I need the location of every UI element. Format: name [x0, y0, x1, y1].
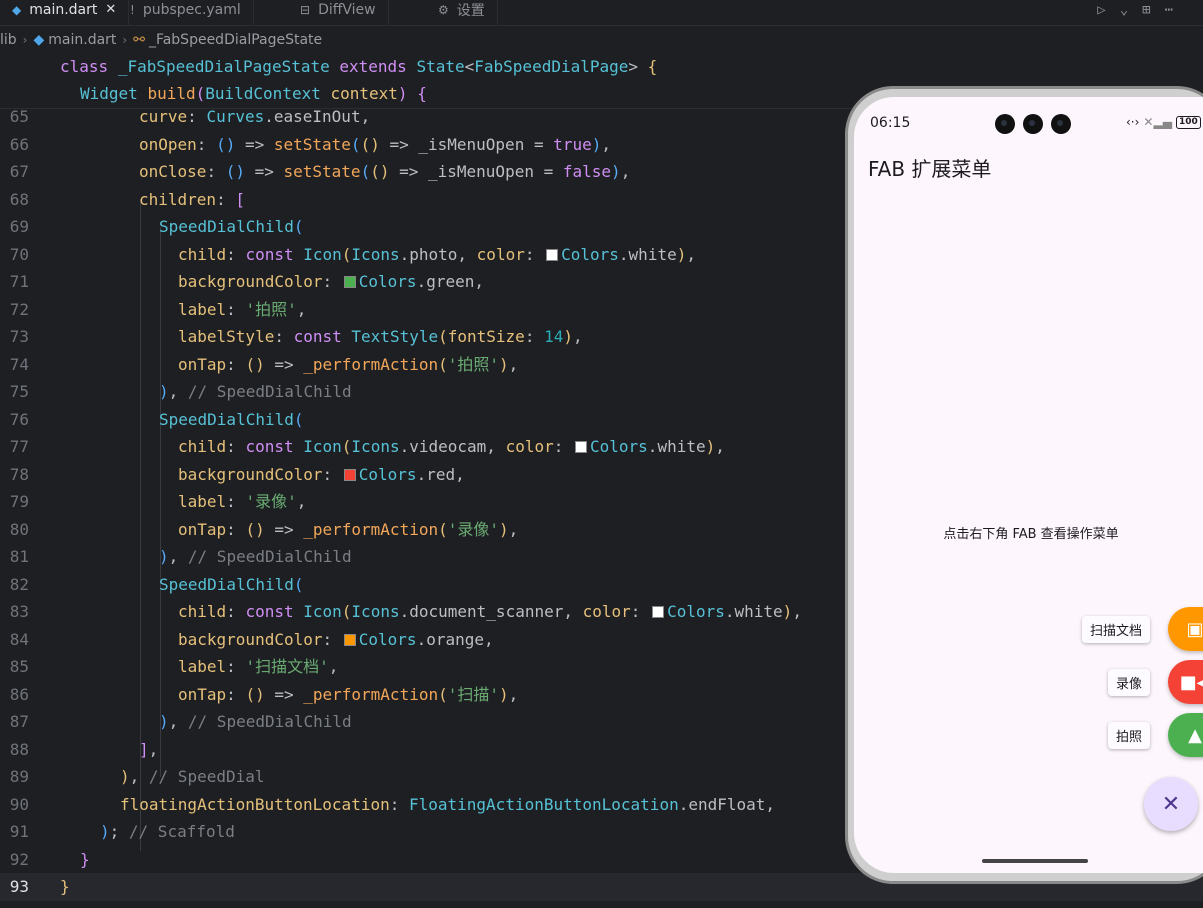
sticky-line-class[interactable]: class _FabSpeedDialPageState extends Sta… — [60, 53, 657, 80]
signal-icon: ✕▂▄ — [1143, 115, 1172, 129]
camera-icon — [1051, 114, 1071, 134]
color-swatch-white[interactable] — [546, 248, 559, 261]
dart-file-icon: ◆ — [12, 2, 22, 17]
home-indicator[interactable] — [982, 859, 1088, 863]
chevron-right-icon: › — [22, 33, 28, 47]
speed-dial-label[interactable]: 扫描文档 — [1081, 615, 1150, 643]
battery-icon: 100 — [1175, 115, 1201, 129]
tab-label: main.dart — [29, 1, 98, 18]
class-symbol-icon: ⚯ — [133, 32, 145, 48]
status-time: 06:15 — [870, 115, 911, 131]
close-icon[interactable]: ✕ — [105, 2, 116, 17]
breadcrumb-lib[interactable]: lib — [0, 32, 17, 48]
breadcrumb-class[interactable]: _FabSpeedDialPageState — [149, 32, 322, 48]
diff-icon: ⊟ — [300, 2, 311, 17]
tab-pubspec-yaml[interactable]: ! pubspec.yaml — [118, 0, 254, 25]
system-icons: ‹·› ✕▂▄ 100 — [1126, 115, 1201, 129]
color-swatch-red[interactable] — [343, 468, 356, 481]
camera-icon — [1023, 114, 1043, 134]
gear-icon: ⚙ — [438, 2, 449, 17]
phone-emulator: 06:15 ‹·› ✕▂▄ 100 FAB 扩展菜单 点击右下角 FAB 查看操… — [845, 86, 1203, 884]
chevron-down-icon[interactable]: ⌄ — [1120, 2, 1128, 18]
phone-screen[interactable]: 06:15 ‹·› ✕▂▄ 100 FAB 扩展菜单 点击右下角 FAB 查看操… — [854, 97, 1203, 873]
speed-dial-label[interactable]: 拍照 — [1107, 721, 1150, 749]
tab-diffview[interactable]: ⊟ DiffView — [288, 0, 389, 25]
tab-label: 设置 — [456, 2, 485, 19]
chevron-right-icon: › — [122, 33, 128, 47]
speed-dial-item-scan[interactable]: 扫描文档 ▣ — [1081, 607, 1203, 651]
more-icon[interactable]: ⋯ — [1165, 2, 1173, 18]
close-icon: ✕ — [1161, 791, 1181, 817]
color-swatch-white[interactable] — [652, 606, 665, 618]
color-swatch-orange[interactable] — [343, 633, 356, 646]
dart-file-icon: ◆ — [33, 32, 45, 48]
breadcrumb-file[interactable]: main.dart — [48, 32, 116, 48]
fab-close-button[interactable]: ✕ — [1144, 777, 1198, 831]
network-icon: ‹·› — [1126, 115, 1140, 129]
breadcrumb: lib › ◆ main.dart › ⚯ _FabSpeedDialPageS… — [0, 28, 322, 52]
photo-icon[interactable]: ▲ — [1168, 713, 1203, 757]
tab-label: pubspec.yaml — [142, 1, 241, 18]
videocam-icon[interactable]: ■◀ — [1168, 660, 1203, 704]
speed-dial-label[interactable]: 录像 — [1107, 668, 1150, 696]
tab-main-dart[interactable]: ◆ main.dart ✕ — [0, 0, 130, 25]
document-scanner-icon[interactable]: ▣ — [1168, 607, 1203, 651]
tab-label: DiffView — [318, 1, 376, 18]
editor-actions: ▷ ⌄ ⊞ ⋯ — [1097, 0, 1173, 25]
run-icon[interactable]: ▷ — [1097, 2, 1105, 18]
split-editor-icon[interactable]: ⊞ — [1142, 2, 1150, 18]
speed-dial-item-video[interactable]: 录像 ■◀ — [1107, 660, 1203, 704]
editor-tab-bar: ◆ main.dart ✕ ! pubspec.yaml ⊟ DiffView … — [0, 0, 1203, 26]
app-bar-title: FAB 扩展菜单 — [868, 157, 992, 181]
color-swatch-white[interactable] — [575, 441, 587, 453]
hint-text: 点击右下角 FAB 查看操作菜单 — [943, 527, 1119, 542]
yaml-file-icon: ! — [130, 2, 135, 17]
camera-icon — [995, 114, 1015, 134]
speed-dial-item-photo[interactable]: 拍照 ▲ — [1107, 713, 1203, 757]
status-bar: 06:15 ‹·› ✕▂▄ 100 — [854, 97, 1203, 139]
tab-settings[interactable]: ⚙ 设置 — [426, 0, 498, 25]
color-swatch-green[interactable] — [343, 276, 356, 288]
